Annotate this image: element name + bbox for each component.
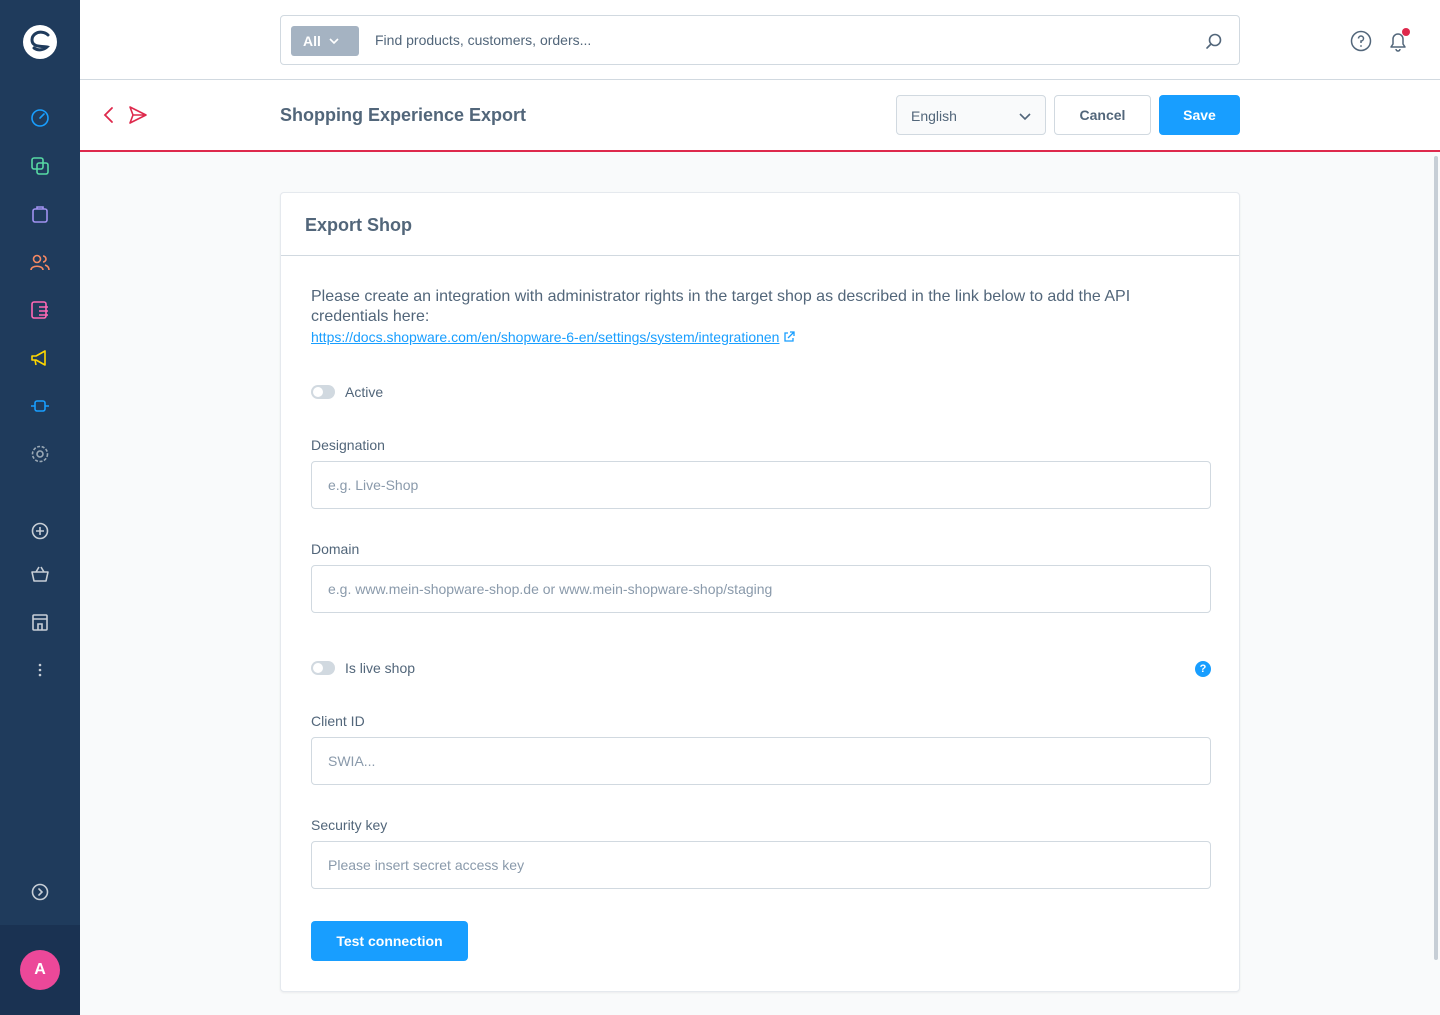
search-scope-label: All [303, 33, 321, 49]
basket-icon[interactable] [28, 562, 52, 586]
settings-icon[interactable] [28, 442, 52, 466]
orders-icon[interactable] [28, 202, 52, 226]
send-icon[interactable] [128, 105, 148, 125]
security-key-label: Security key [311, 817, 388, 833]
dashboard-icon[interactable] [28, 106, 52, 130]
expand-sidebar-icon[interactable] [28, 880, 52, 904]
add-icon[interactable] [28, 519, 52, 543]
domain-input[interactable] [311, 565, 1211, 613]
documentation-link-text: https://docs.shopware.com/en/shopware-6-… [311, 329, 780, 345]
search-scope-select[interactable]: All [291, 26, 359, 56]
designation-label: Designation [311, 437, 385, 453]
customers-icon[interactable] [28, 250, 52, 274]
search-input[interactable]: Find products, customers, orders... [375, 32, 591, 48]
extensions-icon[interactable] [28, 394, 52, 418]
storefront-icon[interactable] [28, 610, 52, 634]
help-tooltip-icon[interactable]: ? [1195, 661, 1211, 677]
language-select-value: English [911, 108, 957, 124]
security-key-input[interactable] [311, 841, 1211, 889]
active-label: Active [345, 384, 384, 400]
live-shop-label: Is live shop [345, 660, 416, 676]
documentation-link[interactable]: https://docs.shopware.com/en/shopware-6-… [311, 329, 796, 345]
page-scrollbar[interactable] [1434, 156, 1438, 960]
live-shop-toggle[interactable] [311, 661, 335, 675]
export-shop-card: Export Shop Please create an integration… [280, 192, 1240, 992]
active-toggle[interactable] [311, 385, 335, 399]
chevron-down-icon [1019, 113, 1031, 121]
designation-input[interactable] [311, 461, 1211, 509]
language-select[interactable]: English [896, 95, 1046, 135]
cancel-button[interactable]: Cancel [1054, 95, 1151, 135]
global-search[interactable]: All Find products, customers, orders... [280, 15, 1240, 65]
help-icon[interactable] [1350, 30, 1372, 52]
client-id-label: Client ID [311, 713, 365, 729]
catalogue-icon[interactable] [28, 154, 52, 178]
chevron-down-icon [329, 38, 339, 45]
shopware-logo-icon[interactable] [22, 24, 58, 60]
save-button[interactable]: Save [1159, 95, 1240, 135]
content-icon[interactable] [28, 298, 52, 322]
sidebar: A [0, 0, 80, 1015]
marketing-icon[interactable] [28, 346, 52, 370]
topbar: All Find products, customers, orders... [80, 0, 1440, 80]
notification-badge [1402, 28, 1410, 36]
intro-text: Please create an integration with admini… [311, 288, 1131, 325]
domain-label: Domain [311, 541, 360, 557]
smart-bar: Shopping Experience Export English Cance… [80, 80, 1440, 152]
page-title: Shopping Experience Export [280, 105, 527, 125]
external-link-icon [784, 331, 796, 342]
more-icon[interactable] [28, 658, 52, 682]
card-title: Export Shop [281, 193, 1239, 256]
back-icon[interactable] [100, 105, 116, 125]
test-connection-button[interactable]: Test connection [311, 921, 468, 961]
client-id-input[interactable] [311, 737, 1211, 785]
search-icon[interactable] [1205, 32, 1223, 50]
avatar[interactable]: A [20, 950, 60, 990]
